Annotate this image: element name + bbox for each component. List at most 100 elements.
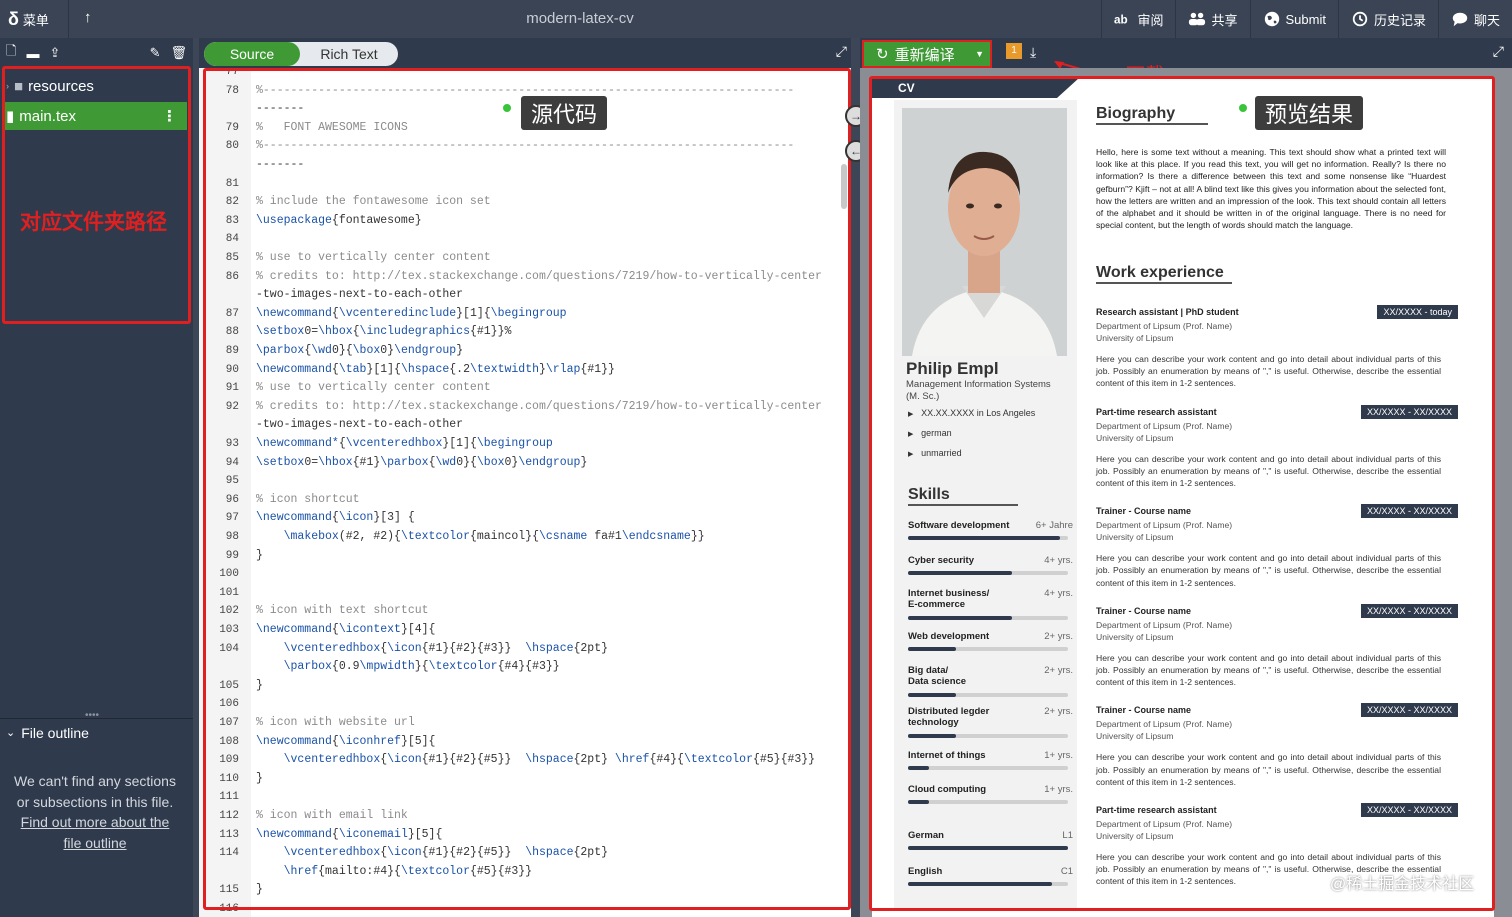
code-line[interactable]: 105} xyxy=(199,677,839,696)
code-line[interactable]: 94 \setbox0=\hbox{#1}\parbox{\wd0}{\box0}… xyxy=(199,454,839,473)
code-line[interactable]: 83 \usepackage{fontawesome} xyxy=(199,212,839,231)
annotation-file-path: 对应文件夹路径 xyxy=(20,210,167,234)
new-folder-icon[interactable]: ▬ xyxy=(26,46,39,61)
share-button[interactable]: 共享 xyxy=(1175,0,1249,38)
code-line[interactable]: 113 \newcommand{\iconemail}[5]{ xyxy=(199,826,839,845)
menu-button[interactable]: δ 菜单 xyxy=(8,9,49,30)
code-line[interactable]: 85 % use to vertically center content xyxy=(199,249,839,268)
recompile-button[interactable]: ↻ 重新编译 ▼ xyxy=(862,40,992,68)
logs-badge[interactable]: 1 xyxy=(1006,43,1022,59)
code-line[interactable]: 88 \setbox0=\hbox{\includegraphics{#1}}% xyxy=(199,323,839,342)
code-line[interactable]: 100 xyxy=(199,565,839,584)
line-number: 79 xyxy=(225,121,239,134)
code-line[interactable]: 111 xyxy=(199,788,839,807)
rename-icon[interactable]: ✎ xyxy=(150,45,161,61)
code-line[interactable]: \parbox{0.9\mpwidth}{\textcolor{#4}{#3}} xyxy=(199,658,839,677)
code-line[interactable]: 110} xyxy=(199,770,839,789)
cv-position: Management Information Systems (M. Sc.) xyxy=(906,379,1051,402)
code-line[interactable]: ------- xyxy=(199,100,839,119)
code-line[interactable]: 114 \vcenteredhbox{\icon{#1}{#2}{#5}} \h… xyxy=(199,844,839,863)
line-number: 84 xyxy=(225,233,239,246)
code-line[interactable]: 106 xyxy=(199,695,839,714)
code-line[interactable]: 77 xyxy=(199,68,839,82)
expand-icon[interactable]: ⤢ xyxy=(1493,43,1504,60)
file-outline-header[interactable]: ⌄ File outline xyxy=(0,718,193,746)
code-line[interactable]: 82 % include the fontawesome icon set xyxy=(199,193,839,212)
line-code: % use to vertically center content xyxy=(256,251,491,264)
chevron-down-icon[interactable]: ▼ xyxy=(975,49,984,59)
expand-icon[interactable]: ⤢ xyxy=(836,43,847,60)
annotation-box-file-tree xyxy=(2,66,191,324)
overleaf-logo-icon: δ xyxy=(8,9,19,29)
file-tree-toolbar: 🗋 ▬ ⇪ ✎ 🗑 xyxy=(0,38,193,68)
chat-button[interactable]: 聊天 xyxy=(1437,0,1512,38)
skill-item: Internet of things 1+ yrs. xyxy=(908,750,1073,770)
code-line[interactable]: 80 %-------------------------------------… xyxy=(199,137,839,156)
file-outline-title: File outline xyxy=(21,724,89,741)
submit-button[interactable]: Submit xyxy=(1249,0,1338,38)
code-line[interactable]: 93 \newcommand*{\vcenteredhbox}[1]{\begin… xyxy=(199,435,839,454)
editor-mode-toggle[interactable]: Source Rich Text xyxy=(204,42,398,66)
code-line[interactable]: 97 \newcommand{\icon}[3] { xyxy=(199,509,839,528)
line-code: % use to vertically center content xyxy=(256,381,491,395)
code-line[interactable]: 103 \newcommand{\icontext}[4]{ xyxy=(199,621,839,640)
code-line[interactable]: 102 % icon with text shortcut xyxy=(199,602,839,621)
fact-item: ▶ XX.XX.XXXX in Los Angeles xyxy=(908,408,1036,418)
source-mode-button[interactable]: Source xyxy=(204,42,300,66)
code-line[interactable]: 115} xyxy=(199,881,839,900)
right-splitter[interactable] xyxy=(851,38,860,917)
code-line[interactable]: 116 xyxy=(199,900,839,917)
pdf-preview[interactable]: CV Philip Empl Management Information Sy… xyxy=(860,68,1512,917)
code-line[interactable]: 91 % use to vertically center content xyxy=(199,379,839,398)
skill-item: English C1 xyxy=(908,866,1073,886)
code-line[interactable]: 78 %-------------------------------------… xyxy=(199,82,839,101)
code-line[interactable]: 104 \vcenteredhbox{\icon{#1}{#2}{#3}} \h… xyxy=(199,640,839,659)
code-line[interactable]: 95 xyxy=(199,472,839,491)
job-description: Here you can describe your work content … xyxy=(1096,752,1441,787)
code-line[interactable]: 107 % icon with website url xyxy=(199,714,839,733)
skill-level-bar xyxy=(908,571,1012,575)
delete-icon[interactable]: 🗑 xyxy=(170,45,187,61)
skill-level-bar xyxy=(908,693,956,697)
code-line[interactable]: ------- xyxy=(199,156,839,175)
code-line[interactable]: 92 % credits to: http://tex.stackexchange… xyxy=(199,398,839,417)
file-tree-panel: 🗋 ▬ ⇪ ✎ 🗑 › ■ resources ▮ main.tex ⋮ 对应文… xyxy=(0,38,193,917)
code-line[interactable]: 89 \parbox{\wd0}{\box0}\endgroup} xyxy=(199,342,839,361)
download-icon[interactable]: ⤓ xyxy=(1030,44,1036,61)
line-code: % FONT AWESOME ICONS xyxy=(256,120,408,134)
outline-help-link[interactable]: Find out more about the file outline xyxy=(10,812,180,853)
project-title[interactable]: modern-latex-cv xyxy=(480,10,680,27)
rich-text-mode-button[interactable]: Rich Text xyxy=(300,42,398,66)
code-line[interactable]: 84 xyxy=(199,230,839,249)
line-number: 78 xyxy=(225,84,239,97)
code-line[interactable]: 98 \makebox(#2, #2){\textcolor{maincol}{… xyxy=(199,528,839,547)
line-code: \newcommand{\icon}[3] { xyxy=(256,511,415,525)
job-university: University of Lipsum xyxy=(1096,731,1174,742)
skill-name: English xyxy=(908,866,943,877)
fact-item: ▶ unmarried xyxy=(908,448,962,458)
history-button[interactable]: 历史记录 xyxy=(1337,0,1438,38)
code-line[interactable]: 90 \newcommand{\tab}[1]{\hspace{.2\textwi… xyxy=(199,361,839,380)
code-line[interactable]: 86 % credits to: http://tex.stackexchange… xyxy=(199,268,839,287)
code-line[interactable]: 109 \vcenteredhbox{\icon{#1}{#2}{#5}} \h… xyxy=(199,751,839,770)
code-line[interactable]: -two-images-next-to-each-other xyxy=(199,286,839,305)
code-line[interactable]: 112 % icon with email link xyxy=(199,807,839,826)
code-line[interactable]: 79 % FONT AWESOME ICONS xyxy=(199,119,839,138)
code-line[interactable]: -two-images-next-to-each-other xyxy=(199,416,839,435)
back-to-projects-icon[interactable]: ↑ xyxy=(84,9,92,26)
code-line[interactable]: 81 xyxy=(199,175,839,194)
new-file-icon[interactable]: 🗋 xyxy=(6,42,16,64)
review-button[interactable]: ab 审阅 xyxy=(1101,0,1175,38)
code-line[interactable]: 96 % icon shortcut xyxy=(199,491,839,510)
upload-icon[interactable]: ⇪ xyxy=(49,45,60,61)
code-line[interactable]: 101 xyxy=(199,584,839,603)
skill-level-bar xyxy=(908,616,1012,620)
code-editor[interactable]: 77 78 %-----------------------------------… xyxy=(199,68,851,917)
editor-scrollbar[interactable] xyxy=(841,164,847,209)
code-line[interactable]: 99} xyxy=(199,547,839,566)
line-code: \newcommand{\iconemail}[5]{ xyxy=(256,827,443,841)
code-line[interactable]: 87 \newcommand{\vcenteredinclude}[1]{\beg… xyxy=(199,305,839,324)
profile-photo xyxy=(902,108,1067,356)
code-line[interactable]: 108 \newcommand{\iconhref}[5]{ xyxy=(199,733,839,752)
code-line[interactable]: \href{mailto:#4}{\textcolor{#5}{#3}} xyxy=(199,863,839,882)
